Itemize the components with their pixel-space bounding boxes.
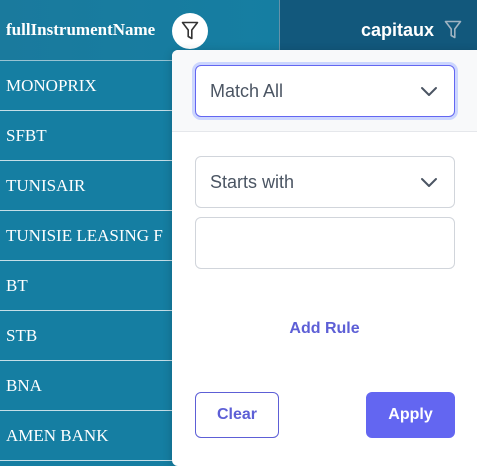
filter-icon[interactable] [443, 20, 463, 40]
filter-operator-section: Match All [172, 50, 477, 132]
clear-button[interactable]: Clear [195, 392, 279, 438]
header-label: fullInstrumentName [6, 20, 156, 39]
filter-icon [181, 21, 199, 40]
cell-instrument-name: BNA [6, 376, 42, 395]
dropdown-value: Match All [210, 81, 284, 101]
cell-instrument-name: AMEN BANK [6, 426, 109, 445]
header-label: capitaux [360, 20, 434, 40]
cell-instrument-name: TUNISAIR [6, 176, 86, 195]
dropdown-value: Starts with [210, 172, 295, 192]
cell-instrument-name: TUNISIE LEASING F [6, 226, 163, 245]
filter-value-input[interactable] [195, 217, 455, 269]
cell-instrument-name: MONOPRIX [6, 76, 97, 95]
cell-instrument-name: BT [6, 276, 28, 295]
column-filter-overlay: Match All Starts with Add Rule Clear App… [172, 50, 477, 466]
apply-button[interactable]: Apply [366, 392, 455, 438]
cell-instrument-name: SFBT [6, 126, 47, 145]
column-filter-button[interactable] [172, 13, 208, 49]
match-mode-dropdown[interactable]: Starts with [195, 156, 455, 208]
add-rule-button[interactable]: Add Rule [172, 320, 477, 338]
chevron-down-icon [421, 178, 437, 187]
chevron-down-icon [421, 87, 437, 96]
match-operator-dropdown[interactable]: Match All [195, 65, 455, 117]
cell-instrument-name: STB [6, 326, 38, 345]
